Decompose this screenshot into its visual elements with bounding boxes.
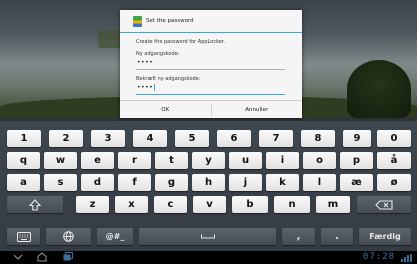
key-6[interactable]: 6 bbox=[217, 130, 251, 147]
recent-apps-icon[interactable] bbox=[62, 252, 74, 262]
key-a-ring[interactable]: å bbox=[377, 152, 411, 169]
dialog-title-bar: Set the password bbox=[120, 10, 302, 33]
shift-icon bbox=[29, 198, 41, 211]
back-nav-icon[interactable] bbox=[12, 252, 24, 262]
system-bar: 07:28 bbox=[0, 251, 417, 264]
keyboard-settings-key[interactable] bbox=[7, 228, 40, 245]
key-l[interactable]: l bbox=[303, 174, 336, 191]
period-key[interactable]: . bbox=[321, 228, 353, 245]
key-w[interactable]: w bbox=[44, 152, 77, 169]
text-cursor bbox=[154, 84, 156, 91]
backspace-key[interactable] bbox=[357, 196, 411, 213]
key-9[interactable]: 9 bbox=[343, 130, 371, 147]
key-o[interactable]: o bbox=[303, 152, 336, 169]
key-b[interactable]: b bbox=[232, 196, 268, 213]
key-v[interactable]: v bbox=[193, 196, 226, 213]
symbols-key[interactable]: @#_ bbox=[97, 228, 133, 245]
shift-key[interactable] bbox=[7, 196, 63, 213]
soft-keyboard: 1 2 3 4 5 6 7 8 9 0 q w e r t y u i o p … bbox=[0, 121, 417, 251]
key-z[interactable]: z bbox=[76, 196, 109, 213]
space-icon bbox=[200, 234, 215, 239]
dialog-message: Create the password for AppLocker. bbox=[136, 39, 226, 45]
key-u[interactable]: u bbox=[229, 152, 262, 169]
key-x[interactable]: x bbox=[115, 196, 148, 213]
key-5[interactable]: 5 bbox=[175, 130, 209, 147]
comma-key[interactable]: , bbox=[282, 228, 315, 245]
key-4[interactable]: 4 bbox=[133, 130, 167, 147]
space-key[interactable] bbox=[139, 228, 276, 245]
key-p[interactable]: p bbox=[340, 152, 373, 169]
new-password-label: Ny adgangskode: bbox=[136, 51, 180, 57]
key-s[interactable]: s bbox=[44, 174, 77, 191]
key-k[interactable]: k bbox=[266, 174, 299, 191]
key-0[interactable]: 0 bbox=[377, 130, 411, 147]
key-y[interactable]: y bbox=[192, 152, 225, 169]
key-a[interactable]: a bbox=[7, 174, 40, 191]
key-ae[interactable]: æ bbox=[340, 174, 373, 191]
new-password-field[interactable]: •••• bbox=[136, 59, 285, 70]
key-3[interactable]: 3 bbox=[91, 130, 125, 147]
key-e[interactable]: e bbox=[81, 152, 114, 169]
language-key[interactable] bbox=[46, 228, 91, 245]
key-o-slash[interactable]: ø bbox=[377, 174, 411, 191]
key-f[interactable]: f bbox=[118, 174, 151, 191]
globe-icon bbox=[63, 231, 74, 242]
ok-button[interactable]: OK bbox=[120, 101, 211, 119]
confirm-password-value: •••• bbox=[137, 84, 154, 91]
key-c[interactable]: c bbox=[154, 196, 187, 213]
new-password-value: •••• bbox=[137, 59, 154, 66]
home-nav-icon[interactable] bbox=[36, 252, 48, 262]
key-r[interactable]: r bbox=[118, 152, 151, 169]
dialog-title: Set the password bbox=[146, 18, 194, 24]
key-7[interactable]: 7 bbox=[259, 130, 293, 147]
key-8[interactable]: 8 bbox=[301, 130, 335, 147]
key-2[interactable]: 2 bbox=[49, 130, 83, 147]
backspace-icon bbox=[375, 199, 393, 210]
key-n[interactable]: n bbox=[274, 196, 310, 213]
clock: 07:28 bbox=[362, 252, 395, 262]
key-i[interactable]: i bbox=[266, 152, 299, 169]
key-m[interactable]: m bbox=[316, 196, 350, 213]
key-j[interactable]: j bbox=[229, 174, 262, 191]
key-1[interactable]: 1 bbox=[7, 130, 41, 147]
key-t[interactable]: t bbox=[155, 152, 188, 169]
dialog-button-row: OK Annuller bbox=[120, 100, 302, 119]
key-g[interactable]: g bbox=[155, 174, 188, 191]
signal-icon bbox=[401, 254, 412, 262]
keyboard-settings-icon bbox=[16, 231, 31, 242]
app-locker-icon bbox=[133, 15, 142, 27]
confirm-password-label: Bekræft ny adgangskode: bbox=[136, 76, 201, 82]
confirm-password-field[interactable]: •••• bbox=[136, 84, 285, 95]
cancel-button[interactable]: Annuller bbox=[212, 101, 303, 119]
key-q[interactable]: q bbox=[7, 152, 40, 169]
password-dialog: Set the password Create the password for… bbox=[120, 10, 302, 118]
key-d[interactable]: d bbox=[81, 174, 114, 191]
key-h[interactable]: h bbox=[192, 174, 225, 191]
done-key[interactable]: Færdig bbox=[359, 228, 411, 245]
